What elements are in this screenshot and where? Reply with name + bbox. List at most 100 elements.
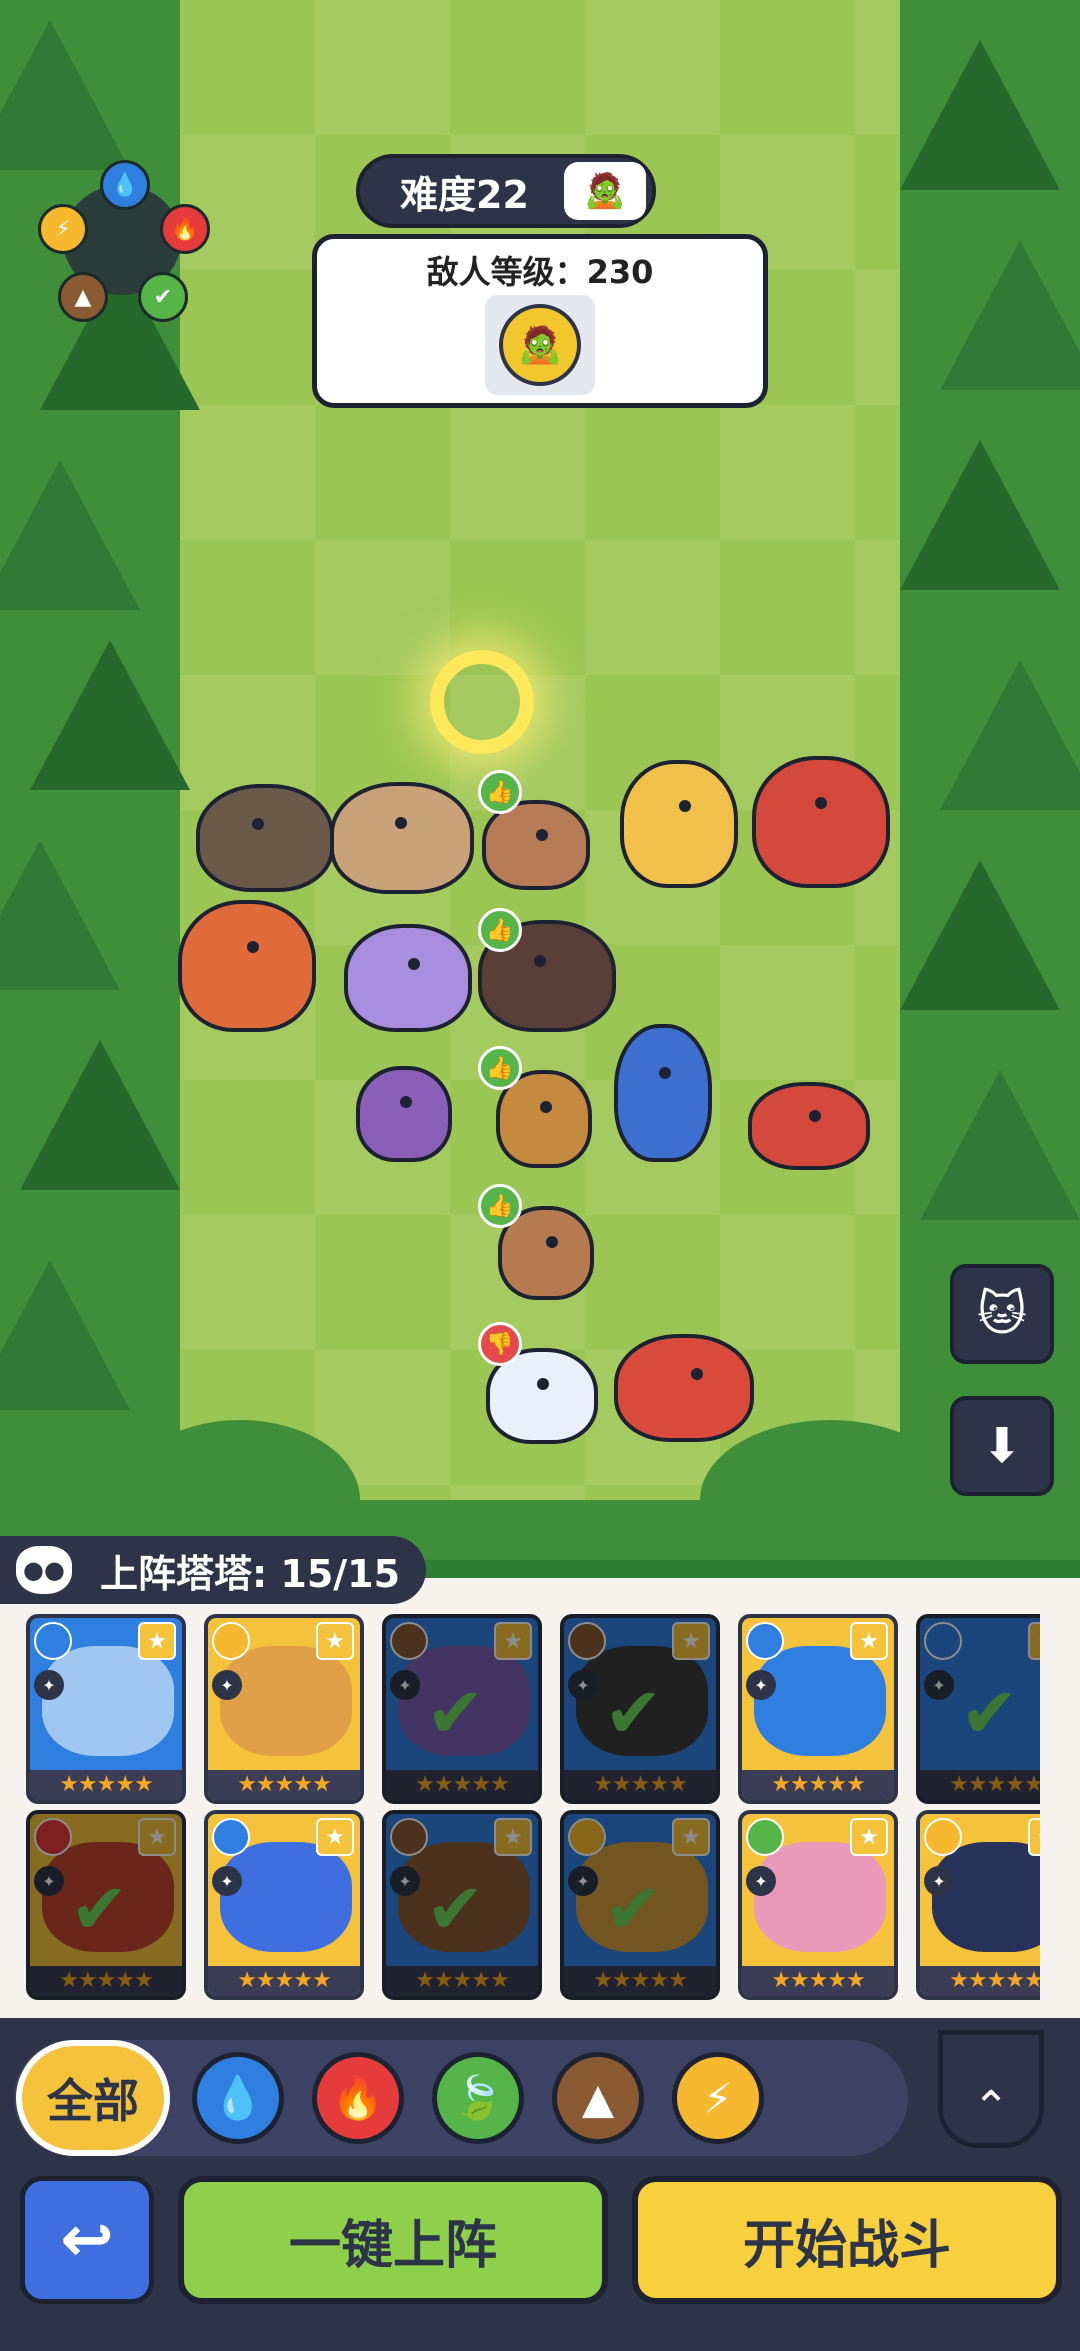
element-wheel: 💧 🔥 ✔ ▲ ⚡ [38,160,210,322]
mountain-icon [390,1622,428,1660]
cat-menu-button[interactable]: 🐱 [950,1264,1054,1364]
upgrade-available-icon[interactable]: 👍 [478,1046,522,1090]
favorite-star-icon: ★ [138,1622,176,1660]
tree [900,440,1060,590]
unit-mushroom[interactable] [356,1066,452,1162]
filter-all-button[interactable]: 全部 [16,2040,170,2156]
unit-red-slug[interactable] [748,1082,870,1170]
auto-deploy-button[interactable]: 一键上阵 [178,2176,608,2304]
mountain-icon: ▲ [58,272,108,322]
favorite-star-icon: ★ [316,1622,354,1660]
download-button[interactable]: ⬇ [950,1396,1054,1496]
monster-card[interactable]: ✦★★★★★★ [738,1810,898,2000]
card-stars: ★★★★★ [564,1770,716,1800]
monster-card[interactable]: ✦★★★★★★ [738,1614,898,1804]
favorite-star-icon: ★ [850,1622,888,1660]
difficulty-badge[interactable]: 难度22 🧟 [356,154,656,228]
selected-check-icon: ✔ [426,1868,485,1950]
monster-card[interactable]: ✦★★★★★★✔ [916,1614,1040,1804]
unit-fire-fox[interactable] [178,900,316,1032]
back-button[interactable]: ↩ [20,2176,154,2304]
upgrade-available-icon[interactable]: 👍 [478,770,522,814]
monster-card[interactable]: ✦★★★★★★✔ [382,1614,542,1804]
class-icon: ✦ [34,1670,64,1700]
card-art [220,1842,352,1952]
monster-card[interactable]: ✦★★★★★★✔ [382,1810,542,2000]
upgrade-available-icon[interactable]: 👍 [478,1184,522,1228]
flame-icon [34,1818,72,1856]
water-drop-icon: 💧 [100,160,150,210]
class-icon: ✦ [924,1866,954,1896]
tree [940,240,1080,390]
monster-card[interactable]: ✦★★★★★★ [26,1614,186,1804]
tree [30,640,190,790]
card-stars: ★★★★★ [208,1770,360,1800]
unit-hamster[interactable] [330,782,474,894]
card-stars: ★★★★★ [386,1770,538,1800]
tree [0,840,120,990]
tree [940,660,1080,810]
start-battle-button[interactable]: 开始战斗 [632,2176,1062,2304]
monster-card[interactable]: ✦★★★★★★ [204,1810,364,2000]
class-icon: ✦ [568,1670,598,1700]
back-arrow-icon: ↩ [60,2203,114,2277]
card-art [754,1646,886,1756]
card-stars: ★★★★★ [30,1770,182,1800]
favorite-star-icon: ★ [494,1818,532,1856]
mountain-icon[interactable]: ▲ [552,2052,644,2144]
card-art [932,1842,1040,1952]
cat-face-icon: ●● [16,1546,72,1594]
flame-icon[interactable]: 🔥 [312,2052,404,2144]
tree [900,40,1060,190]
lightning-icon [924,1818,962,1856]
deployed-counter: ●● 上阵塔塔: 15/15 [0,1536,426,1604]
tree [20,1040,180,1190]
chevron-up-icon: ⌃ [972,2082,1010,2133]
unit-fire-lizard[interactable] [614,1334,754,1442]
tree [0,460,140,610]
water-drop-icon [746,1622,784,1660]
unit-fire-dog[interactable] [752,756,890,888]
selected-check-icon: ✔ [960,1672,1019,1754]
tree [0,20,130,170]
lightning-icon[interactable]: ⚡ [672,2052,764,2144]
card-stars: ★★★★★ [386,1966,538,1996]
monster-card[interactable]: ✦★★★★★★✔ [560,1614,720,1804]
class-icon: ✦ [390,1866,420,1896]
favorite-star-icon: ★ [1028,1622,1040,1660]
card-stars: ★★★★★ [208,1966,360,1996]
card-art [42,1646,174,1756]
favorite-star-icon: ★ [316,1818,354,1856]
favorite-star-icon: ★ [850,1818,888,1856]
unit-dino[interactable] [196,784,334,892]
card-stars: ★★★★★ [30,1966,182,1996]
tree [920,1070,1080,1220]
water-drop-icon[interactable]: 💧 [192,2052,284,2144]
water-drop-icon [924,1622,962,1660]
leaf-icon[interactable]: 🍃 [432,2052,524,2144]
card-stars: ★★★★★ [742,1966,894,1996]
collapse-button[interactable]: ⌃ [938,2030,1044,2148]
monster-card[interactable]: ✦★★★★★★ [916,1810,1040,2000]
class-icon: ✦ [746,1670,776,1700]
downgrade-icon[interactable]: 👎 [478,1322,522,1366]
zombie-info-icon[interactable]: 🧟 [564,162,646,220]
enemy-portrait[interactable]: 🧟 [485,295,595,395]
monster-card[interactable]: ✦★★★★★★ [204,1614,364,1804]
unit-blue-monkey[interactable] [614,1024,712,1162]
monster-card[interactable]: ✦★★★★★★✔ [26,1810,186,2000]
unit-purple-cat[interactable] [344,924,472,1032]
class-icon: ✦ [746,1866,776,1896]
class-icon: ✦ [568,1866,598,1896]
battlefield: 💧 🔥 ✔ ▲ ⚡ 难度22 🧟 敌人等级：230 🧟 👍 👍 👍 👍 👎 🐱 … [0,0,1080,1560]
enemy-level-label: 敌人等级：230 [426,253,654,291]
unit-lion[interactable] [620,760,738,888]
lightning-icon: ⚡ [38,204,88,254]
monster-card[interactable]: ✦★★★★★★✔ [560,1810,720,2000]
class-icon: ✦ [924,1670,954,1700]
lightning-icon [212,1622,250,1660]
selected-check-icon: ✔ [70,1868,129,1950]
deployed-count-label: 上阵塔塔: 15/15 [100,1551,401,1596]
upgrade-available-icon[interactable]: 👍 [478,908,522,952]
card-stars: ★★★★★ [742,1770,894,1800]
